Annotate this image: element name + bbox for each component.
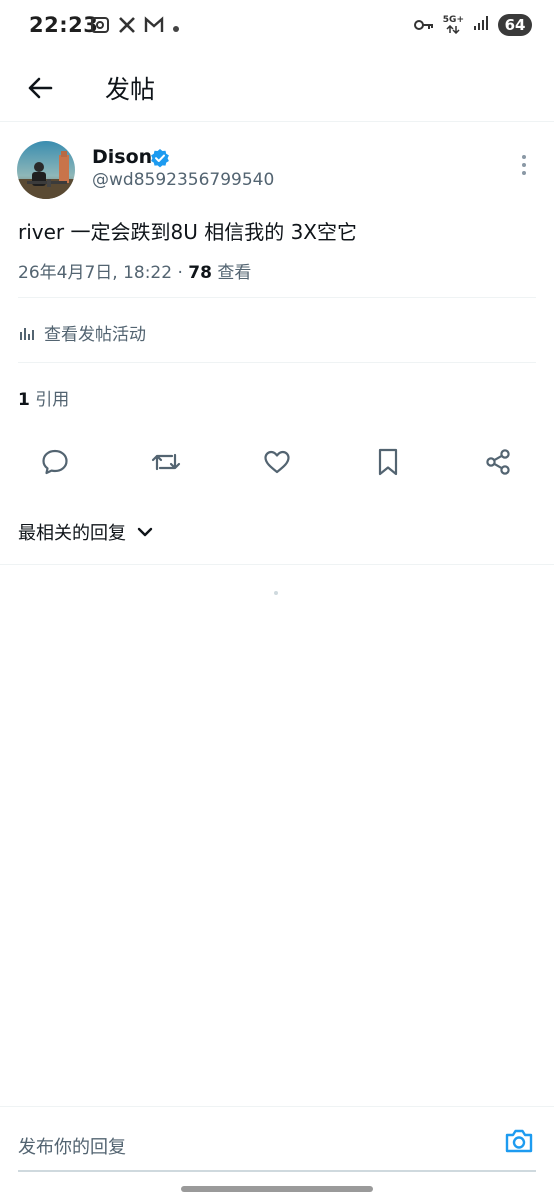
post-text: river 一定会跌到8U 相信我的 3X空它 — [18, 220, 358, 244]
network-arrows-icon: 5G+ — [443, 16, 464, 34]
more-options-icon[interactable] — [516, 152, 532, 178]
bookmark-icon — [378, 448, 398, 476]
views-label: 查看 — [211, 263, 252, 283]
camera-button[interactable] — [503, 1127, 535, 1159]
battery-icon: 64 — [498, 14, 532, 36]
post-meta: 26年4月7日, 18:22 · 78 查看 — [18, 258, 251, 283]
dot-icon — [172, 18, 180, 37]
reply-composer: 发布你的回复 — [0, 1106, 554, 1172]
divider — [0, 564, 554, 565]
author-name[interactable]: Dison — [92, 146, 152, 168]
chevron-down-icon — [137, 527, 153, 537]
verified-badge-icon — [150, 148, 170, 172]
like-button[interactable] — [255, 440, 299, 484]
author-handle[interactable]: @wd8592356799540 — [92, 170, 274, 190]
page-title: 发帖 — [105, 75, 156, 104]
repost-icon — [151, 453, 181, 471]
quotes-count: 1 — [18, 390, 30, 410]
quotes-label: 引用 — [29, 390, 70, 410]
share-icon — [486, 449, 510, 475]
loading-indicator — [274, 591, 278, 595]
status-left-icons — [90, 15, 180, 39]
back-button[interactable] — [22, 70, 58, 106]
arrow-left-icon — [28, 77, 53, 99]
view-post-activity-button[interactable]: 查看发帖活动 — [18, 320, 146, 345]
divider — [18, 297, 536, 298]
repost-button[interactable] — [144, 440, 188, 484]
composer-underline — [18, 1170, 536, 1172]
share-button[interactable] — [476, 440, 520, 484]
avatar[interactable] — [17, 141, 75, 199]
views-count: 78 — [188, 263, 212, 283]
activity-label: 查看发帖活动 — [44, 325, 146, 345]
bar-chart-icon — [20, 327, 34, 340]
reply-input[interactable]: 发布你的回复 — [18, 1133, 126, 1159]
status-bar: 22:23 5G+ 64 — [0, 0, 554, 52]
reply-sort-dropdown[interactable]: 最相关的回复 — [18, 519, 154, 545]
comment-icon — [42, 449, 68, 475]
status-right-icons: 5G+ 64 — [413, 14, 532, 36]
signal-icon — [473, 15, 489, 35]
top-app-bar: 发帖 — [0, 52, 554, 122]
divider — [18, 362, 536, 363]
status-time: 22:23 — [29, 13, 99, 37]
post-date: 26年4月7日, 18:22 · — [18, 263, 189, 283]
gmail-icon — [144, 16, 164, 38]
quotes-count-link[interactable]: 1 引用 — [18, 385, 69, 410]
camera-icon — [505, 1129, 533, 1153]
reply-button[interactable] — [33, 440, 77, 484]
network-label: 5G+ — [442, 15, 464, 25]
heart-icon — [264, 450, 290, 474]
post-detail-screen: 22:23 5G+ 64 发帖 Dison @wd8592356799540 r… — [0, 0, 554, 1200]
home-indicator[interactable] — [181, 1186, 373, 1192]
bookmark-button[interactable] — [366, 440, 410, 484]
screenshot-icon — [90, 15, 110, 39]
post-actions-bar — [0, 440, 554, 484]
key-icon — [413, 16, 434, 35]
sort-label: 最相关的回复 — [18, 523, 126, 544]
x-icon — [118, 16, 136, 38]
